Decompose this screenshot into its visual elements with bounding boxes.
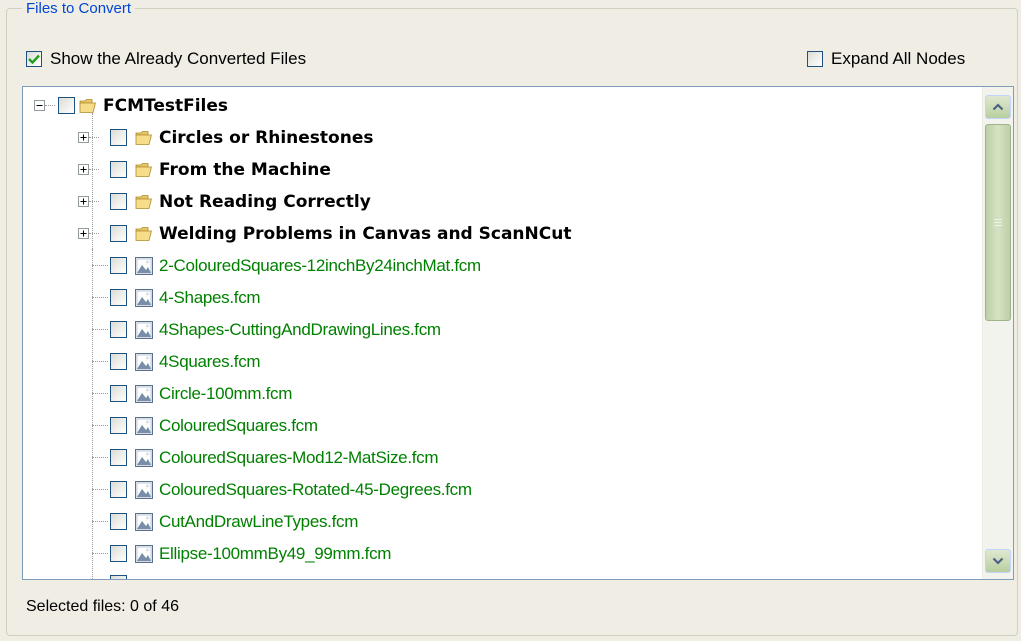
tree-connector-line <box>92 489 108 490</box>
expand-all-label[interactable]: Expand All Nodes <box>831 49 965 69</box>
file-checkbox[interactable] <box>110 353 127 370</box>
tree-connector-line <box>92 265 108 266</box>
file-label[interactable]: 4Shapes-CuttingAndDrawingLines.fcm <box>159 320 441 340</box>
file-label[interactable]: 4-Shapes.fcm <box>159 288 261 308</box>
file-label[interactable]: 4Squares.fcm <box>159 352 261 372</box>
file-checkbox[interactable] <box>110 513 127 530</box>
file-checkbox[interactable] <box>110 575 127 579</box>
file-label[interactable]: 2-ColouredSquares-12inchBy24inchMat.fcm <box>159 256 481 276</box>
chevron-down-icon <box>992 557 1004 565</box>
file-checkbox[interactable] <box>110 385 127 402</box>
show-converted-option[interactable]: Show the Already Converted Files <box>26 49 306 69</box>
selected-files-status: Selected files: 0 of 46 <box>26 598 179 615</box>
tree-connector-line <box>92 457 108 458</box>
show-converted-label[interactable]: Show the Already Converted Files <box>50 49 306 69</box>
tree-connector-line <box>92 553 108 554</box>
folder-checkbox[interactable] <box>110 225 127 242</box>
folder-icon <box>135 195 153 209</box>
image-file-icon <box>135 289 153 307</box>
folder-label[interactable]: From the Machine <box>159 160 331 180</box>
image-file-icon <box>135 545 153 563</box>
tree-connector-line <box>92 113 93 249</box>
scroll-down-button[interactable] <box>985 549 1011 573</box>
collapse-icon[interactable] <box>34 100 45 111</box>
file-tree[interactable]: FCMTestFiles Circles or Rhinestones From… <box>22 86 1014 580</box>
image-file-icon <box>135 513 153 531</box>
folder-checkbox[interactable] <box>110 193 127 210</box>
tree-connector-line <box>89 201 99 202</box>
tree-connector-line <box>92 361 108 362</box>
file-label[interactable]: Ellipse-100mmBy49_99mm.fcm <box>159 544 391 564</box>
image-file-icon <box>135 481 153 499</box>
file-label[interactable]: CutAndDrawLineTypes.fcm <box>159 512 358 532</box>
image-file-icon <box>135 353 153 371</box>
folder-icon <box>79 99 97 113</box>
folder-checkbox[interactable] <box>110 129 127 146</box>
tree-connector-line <box>92 393 108 394</box>
expand-all-checkbox[interactable] <box>807 51 823 67</box>
folder-label[interactable]: Circles or Rhinestones <box>159 128 373 148</box>
file-label[interactable]: Circle-100mm.fcm <box>159 384 292 404</box>
tree-connector-line <box>89 233 99 234</box>
file-checkbox[interactable] <box>110 289 127 306</box>
expand-icon[interactable] <box>78 228 89 239</box>
tree-connector-line <box>92 297 108 298</box>
folder-icon <box>135 227 153 241</box>
image-file-icon <box>135 257 153 275</box>
chevron-up-icon <box>992 103 1004 111</box>
tree-connector-line <box>89 137 99 138</box>
file-checkbox[interactable] <box>110 321 127 338</box>
folder-label[interactable]: Not Reading Correctly <box>159 192 371 212</box>
checkmark-icon <box>28 54 40 64</box>
grip-icon <box>994 219 1002 226</box>
tree-connector-line <box>92 521 108 522</box>
root-checkbox[interactable] <box>58 97 75 114</box>
tree-connector-line <box>92 249 93 579</box>
file-checkbox[interactable] <box>110 481 127 498</box>
file-checkbox[interactable] <box>110 449 127 466</box>
expand-icon[interactable] <box>78 164 89 175</box>
tree-connector-line <box>45 105 55 106</box>
file-checkbox[interactable] <box>110 257 127 274</box>
root-folder-label[interactable]: FCMTestFiles <box>103 96 228 116</box>
image-file-icon <box>135 417 153 435</box>
show-converted-checkbox[interactable] <box>26 51 42 67</box>
folder-icon <box>135 163 153 177</box>
scroll-up-button[interactable] <box>985 95 1011 119</box>
expand-all-option[interactable]: Expand All Nodes <box>807 49 965 69</box>
folder-label[interactable]: Welding Problems in Canvas and ScanNCut <box>159 224 571 244</box>
file-checkbox[interactable] <box>110 417 127 434</box>
file-label[interactable]: ColouredSquares-Rotated-45-Degrees.fcm <box>159 480 472 500</box>
vertical-scrollbar[interactable] <box>982 87 1013 579</box>
folder-icon <box>135 131 153 145</box>
expand-icon[interactable] <box>78 132 89 143</box>
file-label[interactable]: ColouredSquares.fcm <box>159 416 318 436</box>
expand-icon[interactable] <box>78 196 89 207</box>
groupbox-legend: Files to Convert <box>22 0 136 17</box>
tree-connector-line <box>89 169 99 170</box>
image-file-icon <box>135 385 153 403</box>
image-file-icon <box>135 449 153 467</box>
scroll-thumb[interactable] <box>985 124 1011 321</box>
file-label[interactable]: ColouredSquares-Mod12-MatSize.fcm <box>159 448 439 468</box>
image-file-icon <box>135 321 153 339</box>
tree-connector-line <box>92 425 108 426</box>
file-checkbox[interactable] <box>110 545 127 562</box>
folder-checkbox[interactable] <box>110 161 127 178</box>
tree-connector-line <box>92 329 108 330</box>
